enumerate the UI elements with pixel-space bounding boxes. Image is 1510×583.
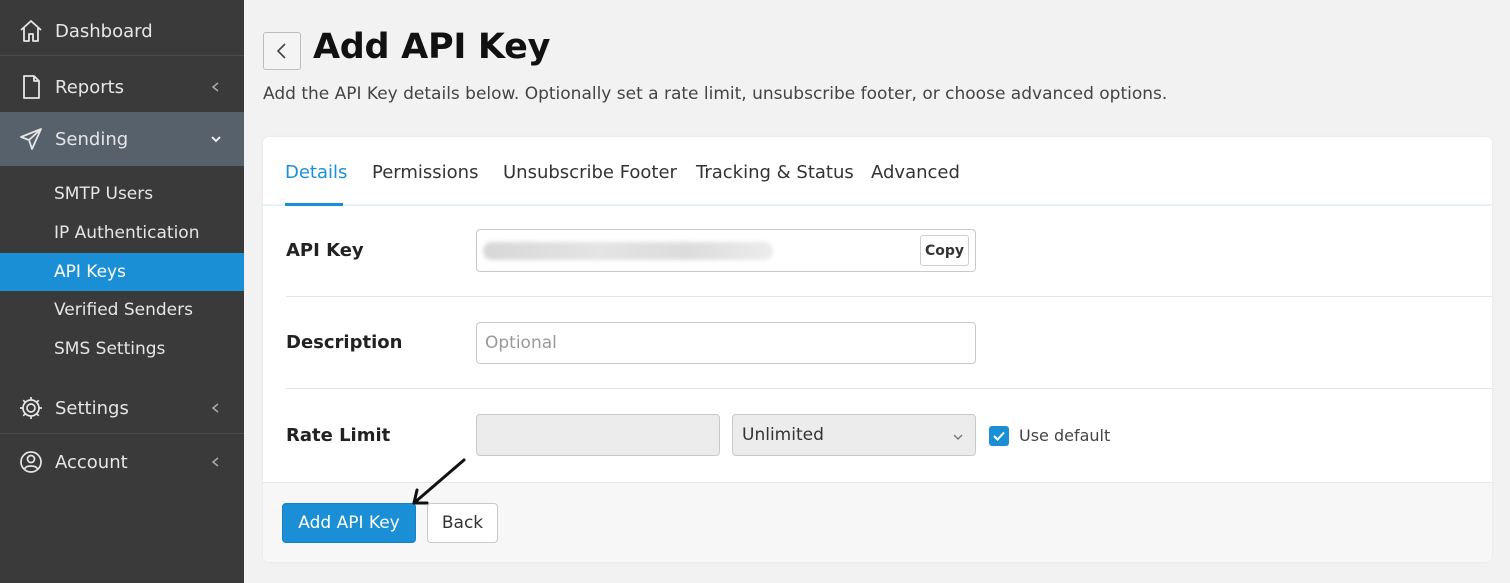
- chevron-left-icon: [211, 403, 219, 413]
- sidebar-item-label: Dashboard: [55, 20, 153, 42]
- api-key-label: API Key: [286, 240, 364, 261]
- back-button[interactable]: Back: [427, 503, 498, 543]
- sidebar-subitem-label: SMTP Users: [54, 184, 154, 204]
- rate-limit-input[interactable]: [476, 414, 720, 456]
- description-label: Description: [286, 332, 403, 353]
- paper-plane-icon: [20, 128, 42, 150]
- chevron-left-icon: [276, 43, 286, 59]
- tab-details[interactable]: Details: [285, 162, 347, 183]
- row-divider: [286, 296, 1492, 297]
- gear-icon: [20, 397, 42, 419]
- document-icon: [23, 75, 40, 99]
- sidebar-item-dashboard[interactable]: Dashboard: [0, 12, 244, 50]
- use-default-checkbox[interactable]: [989, 426, 1009, 446]
- sidebar-subitem-smtp-users[interactable]: SMTP Users: [0, 175, 244, 213]
- tab-advanced[interactable]: Advanced: [871, 162, 960, 183]
- sidebar-item-label: Reports: [55, 76, 125, 98]
- sidebar-subitem-api-keys[interactable]: API Keys: [0, 253, 244, 291]
- chevron-left-icon: [211, 457, 219, 467]
- chevron-down-icon: [953, 434, 963, 440]
- sidebar-item-account[interactable]: Account: [0, 443, 244, 481]
- back-nav-button[interactable]: [263, 32, 301, 70]
- sidebar-item-label: Settings: [55, 397, 129, 419]
- tab-tracking-status[interactable]: Tracking & Status: [696, 162, 854, 183]
- sidebar-item-sending[interactable]: Sending: [0, 112, 244, 166]
- sidebar-subitem-sms-settings[interactable]: SMS Settings: [0, 330, 244, 368]
- sidebar-subitem-ip-authentication[interactable]: IP Authentication: [0, 214, 244, 252]
- sidebar-subitem-label: IP Authentication: [54, 223, 200, 243]
- api-key-form-card: Details Permissions Unsubscribe Footer T…: [263, 137, 1492, 562]
- api-key-value-redacted: [483, 242, 773, 260]
- tab-permissions[interactable]: Permissions: [372, 162, 478, 183]
- page-title: Add API Key: [313, 27, 551, 67]
- sidebar-item-label: Sending: [55, 128, 129, 150]
- sidebar-subitem-verified-senders[interactable]: Verified Senders: [0, 291, 244, 329]
- sidebar-item-reports[interactable]: Reports: [0, 68, 244, 106]
- sidebar-subitem-label: Verified Senders: [54, 300, 193, 320]
- api-key-field[interactable]: Copy: [476, 229, 976, 272]
- home-icon: [20, 20, 42, 42]
- sidebar-item-label: Account: [55, 451, 128, 473]
- copy-button[interactable]: Copy: [920, 235, 969, 266]
- user-circle-icon: [20, 451, 42, 473]
- chevron-left-icon: [211, 82, 219, 92]
- chevron-down-icon: [211, 136, 221, 143]
- sidebar-subitem-label: API Keys: [54, 262, 126, 282]
- form-footer: Add API Key Back: [263, 482, 1492, 562]
- sidebar: Dashboard Reports Sending SMTP Users IP …: [0, 0, 244, 583]
- checkmark-icon: [993, 431, 1005, 441]
- rate-limit-label: Rate Limit: [286, 425, 391, 446]
- sidebar-subitem-label: SMS Settings: [54, 339, 166, 359]
- page-subtitle: Add the API Key details below. Optionall…: [263, 84, 1168, 104]
- active-tab-indicator: [285, 203, 343, 206]
- add-api-key-button[interactable]: Add API Key: [282, 503, 416, 543]
- sidebar-divider: [0, 433, 244, 434]
- row-divider: [286, 388, 1492, 389]
- description-input[interactable]: [476, 322, 976, 364]
- sidebar-divider: [0, 55, 244, 56]
- tab-bar: Details Permissions Unsubscribe Footer T…: [263, 137, 1492, 206]
- rate-limit-period-select[interactable]: Unlimited: [732, 414, 976, 456]
- use-default-label: Use default: [1019, 426, 1111, 445]
- sidebar-item-settings[interactable]: Settings: [0, 389, 244, 427]
- tab-unsubscribe-footer[interactable]: Unsubscribe Footer: [503, 162, 677, 183]
- rate-limit-period-value: Unlimited: [742, 425, 824, 445]
